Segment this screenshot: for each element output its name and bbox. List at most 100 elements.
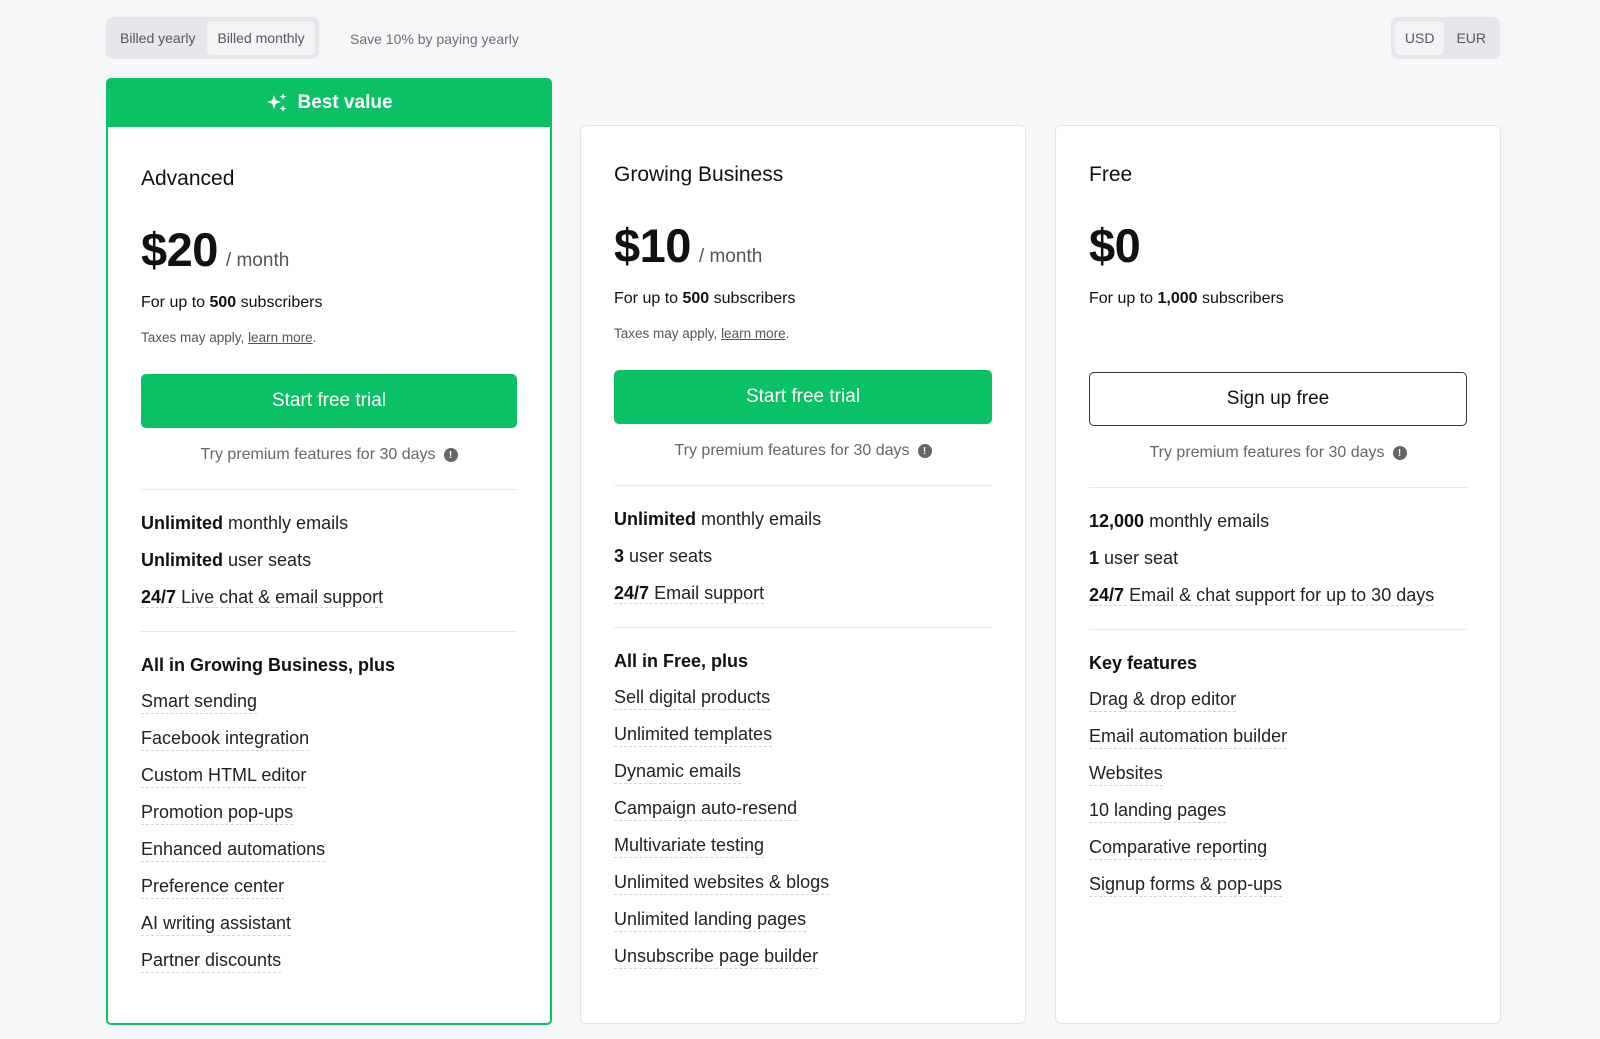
highlight-text: monthly emails [228,513,349,533]
highlight-text: user seat [1104,548,1179,568]
feature-label[interactable]: Promotion pop-ups [141,802,294,825]
best-value-badge: Best value [107,79,551,127]
support-tooltip-trigger[interactable]: 24/7 Live chat & email support [141,587,384,608]
feature-item: Sell digital products [614,687,992,712]
currency-eur-option[interactable]: EUR [1446,21,1496,55]
highlight-emails: Unlimited monthly emails [614,508,992,531]
subscriber-limit: For up to 500 subscribers [614,290,992,312]
plan-price: $20 [141,223,218,276]
feature-label[interactable]: Drag & drop editor [1089,689,1237,712]
feature-item: Unsubscribe page builder [614,946,992,971]
feature-label[interactable]: 10 landing pages [1089,800,1227,823]
plan-highlights: Unlimited monthly emails Unlimited user … [141,490,517,631]
highlight-seats: 3 user seats [614,545,992,568]
trial-note: Try premium features for 30 days ! [1089,441,1467,465]
highlight-text: Live chat & email support [181,587,384,607]
feature-label[interactable]: Partner discounts [141,950,282,973]
price-row: $20 / month [141,222,517,278]
sparkles-icon [267,93,287,112]
feature-label[interactable]: Signup forms & pop-ups [1089,874,1283,897]
feature-label[interactable]: Unlimited templates [614,724,773,747]
feature-item: Dynamic emails [614,761,992,786]
subs-count: 500 [209,294,237,311]
feature-label[interactable]: Campaign auto-resend [614,798,798,821]
support-tooltip-trigger[interactable]: 24/7 Email & chat support for up to 30 d… [1089,585,1435,606]
highlight-emails: 12,000 monthly emails [1089,510,1467,533]
support-tooltip-trigger[interactable]: 24/7 Email support [614,583,765,604]
start-free-trial-button[interactable]: Start free trial [141,374,517,428]
plan-card-growing-business: Growing Business $10 / month For up to 5… [580,125,1026,1024]
tax-text: Taxes may apply, [141,330,245,345]
plan-price: $10 [614,219,691,272]
features-title: All in Free, plus [614,651,749,671]
billing-monthly-option[interactable]: Billed monthly [207,21,315,55]
feature-label[interactable]: Enhanced automations [141,839,326,862]
info-icon[interactable]: ! [917,444,932,458]
save-note: Save 10% by paying yearly [350,31,519,47]
info-icon[interactable]: ! [1392,446,1407,460]
feature-label[interactable]: Unsubscribe page builder [614,946,819,969]
info-icon[interactable]: ! [443,448,458,462]
highlight-text: user seats [228,550,312,570]
feature-item: Enhanced automations [141,839,517,864]
sign-up-free-button[interactable]: Sign up free [1089,372,1467,426]
plan-highlights: 12,000 monthly emails 1 user seat 24/7 E… [1089,488,1467,629]
highlight-value: Unlimited [614,509,697,529]
highlight-text: user seats [629,546,713,566]
feature-label[interactable]: Email automation builder [1089,726,1288,749]
trial-note-text: Try premium features for 30 days [200,446,436,463]
price-row: $10 / month [614,218,992,274]
feature-label[interactable]: Unlimited landing pages [614,909,807,932]
highlight-value: 1 [1089,548,1100,568]
start-free-trial-button[interactable]: Start free trial [614,370,992,424]
highlight-text: Email support [654,583,765,603]
learn-more-link[interactable]: learn more [248,330,313,345]
plan-name: Growing Business [614,163,784,186]
highlight-value: 24/7 [1089,585,1125,605]
feature-label[interactable]: Custom HTML editor [141,765,307,788]
plan-card-advanced: Best value Advanced $20 / month For up t… [106,78,552,1025]
feature-label[interactable]: Facebook integration [141,728,310,751]
price-period: / month [698,246,763,267]
subscriber-limit: For up to 1,000 subscribers [1089,290,1467,312]
highlight-value: 24/7 [141,587,177,607]
subs-count: 500 [682,290,710,307]
tax-note: Taxes may apply, learn more. [141,330,517,350]
highlight-seats: Unlimited user seats [141,549,517,572]
subs-suffix: subscribers [1201,290,1284,307]
feature-label[interactable]: AI writing assistant [141,913,292,936]
feature-item: Multivariate testing [614,835,992,860]
feature-list: All in Free, plus Sell digital products … [614,628,992,971]
subs-suffix: subscribers [240,294,323,311]
feature-item: 10 landing pages [1089,800,1467,825]
highlight-text: monthly emails [1149,511,1270,531]
feature-label[interactable]: Websites [1089,763,1163,786]
currency-usd-option[interactable]: USD [1394,21,1445,55]
plan-name: Free [1089,163,1133,186]
subs-suffix: subscribers [713,290,796,307]
top-bar: Billed yearly Billed monthly Save 10% by… [106,17,1500,59]
feature-label[interactable]: Multivariate testing [614,835,765,858]
billing-yearly-option[interactable]: Billed yearly [110,21,205,55]
feature-label[interactable]: Comparative reporting [1089,837,1268,860]
trial-note: Try premium features for 30 days ! [141,443,517,467]
tax-text: Taxes may apply, [614,326,718,341]
feature-label[interactable]: Smart sending [141,691,258,714]
plan-price: $0 [1089,219,1141,272]
currency-toggle: USD EUR [1390,17,1500,59]
feature-item: Signup forms & pop-ups [1089,874,1467,899]
feature-item: Smart sending [141,691,517,716]
highlight-value: Unlimited [141,550,224,570]
features-title: All in Growing Business, plus [141,655,396,675]
feature-label[interactable]: Preference center [141,876,285,899]
learn-more-link[interactable]: learn more [721,326,786,341]
feature-label[interactable]: Sell digital products [614,687,771,710]
feature-item: Drag & drop editor [1089,689,1467,714]
highlight-value: 24/7 [614,583,650,603]
tax-end: . [312,330,317,345]
feature-label[interactable]: Unlimited websites & blogs [614,872,830,895]
feature-item: Unlimited templates [614,724,992,749]
feature-label[interactable]: Dynamic emails [614,761,742,784]
highlight-support: 24/7 Live chat & email support [141,586,517,609]
feature-item: Unlimited websites & blogs [614,872,992,897]
